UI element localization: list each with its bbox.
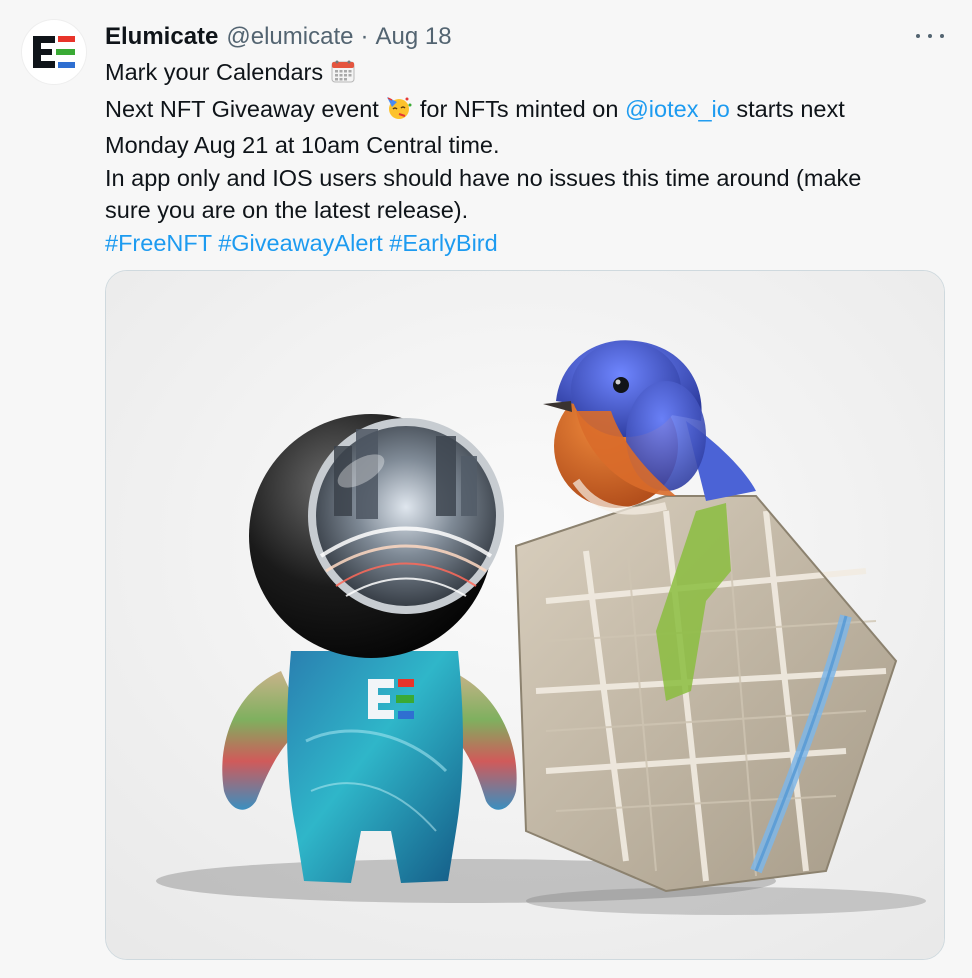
- hashtag-link[interactable]: #EarlyBird: [389, 230, 497, 256]
- tweet-text: Mark your Calendars Next NFT Giveaway ev…: [105, 56, 935, 259]
- author-handle[interactable]: @elumicate: [226, 23, 353, 51]
- hashtags: #FreeNFT #GiveawayAlert #EarlyBird: [105, 227, 935, 260]
- elumicate-logo-icon: [33, 36, 75, 68]
- hashtag-link[interactable]: #FreeNFT: [105, 230, 212, 256]
- text-line-2c: starts next: [736, 95, 845, 122]
- more-icon[interactable]: [916, 26, 944, 46]
- separator-dot: ·: [360, 23, 369, 50]
- text-line-2b: for NFTs minted on: [419, 95, 619, 122]
- hashtag-link[interactable]: #GiveawayAlert: [218, 230, 383, 256]
- tweet[interactable]: Elumicate @elumicate · Aug 18 Mark your …: [0, 0, 972, 978]
- author-avatar[interactable]: [22, 20, 86, 84]
- tweet-header: Elumicate @elumicate · Aug 18: [105, 22, 452, 52]
- calendar-emoji-icon: [330, 58, 356, 93]
- text-line-4: In app only and IOS users should have no…: [105, 164, 862, 191]
- text-line-3: Monday Aug 21 at 10am Central time.: [105, 132, 500, 158]
- tweet-date[interactable]: Aug 18: [375, 23, 451, 51]
- tweet-media-image[interactable]: [105, 270, 945, 960]
- mention-link[interactable]: @iotex_io: [625, 96, 730, 122]
- party-face-emoji-icon: [385, 93, 413, 130]
- text-line-1: Mark your Calendars: [105, 59, 324, 85]
- nft-artwork-image: [106, 271, 944, 959]
- text-line-5: sure you are on the latest release).: [105, 197, 469, 223]
- text-line-2a: Next NFT Giveaway event: [105, 95, 379, 122]
- author-name[interactable]: Elumicate: [105, 23, 218, 51]
